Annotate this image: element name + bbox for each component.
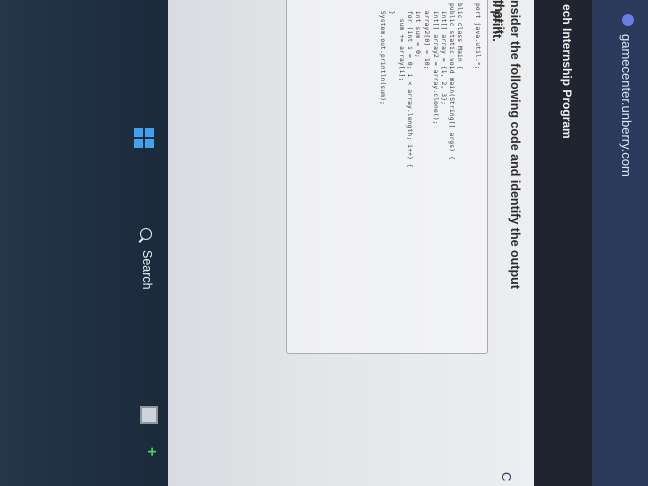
code-line: port java.util.*; <box>474 3 481 70</box>
windows-start-icon[interactable] <box>134 128 154 148</box>
question-text-continued: ll print. <box>490 0 504 42</box>
code-line: blic class Main { <box>456 3 463 70</box>
code-line: int sum = 0; <box>414 3 421 58</box>
question-text: nsider the following code and identify t… <box>492 0 522 289</box>
code-line: array2[0] = 10; <box>423 3 430 70</box>
code-line: public static void main(String[] args) { <box>448 3 455 161</box>
code-block: port java.util.*; blic class Main { publ… <box>286 0 488 354</box>
site-favicon-icon <box>622 14 634 26</box>
code-line: sum += array[i]; <box>398 3 405 82</box>
search-label: Search <box>140 250 154 290</box>
site-header: ech Internship Program <box>534 0 592 486</box>
code-line: int[] array2 = array.clone(); <box>432 3 439 125</box>
code-line: } <box>388 3 395 15</box>
browser-address-bar[interactable]: gamecenter.unberry.com <box>592 0 648 486</box>
taskbar: Search + <box>0 0 168 486</box>
code-line: System.out.println(sum); <box>379 3 386 106</box>
corner-letter: C <box>499 472 514 482</box>
url-text[interactable]: gamecenter.unberry.com <box>619 34 634 177</box>
question-page: nsider the following code and identify t… <box>168 0 534 486</box>
code-line: for (int i = 0; i < array.length; i++) { <box>406 3 413 168</box>
photo: gamecenter.unberry.com ech Internship Pr… <box>0 0 648 486</box>
site-title: ech Internship Program <box>560 4 574 139</box>
tray-plus-icon[interactable]: + <box>142 447 160 456</box>
code-line: int[] array = {1, 2, 3}; <box>440 3 447 106</box>
laptop-screen: gamecenter.unberry.com ech Internship Pr… <box>0 0 648 486</box>
tray-app-icon[interactable] <box>140 406 158 424</box>
